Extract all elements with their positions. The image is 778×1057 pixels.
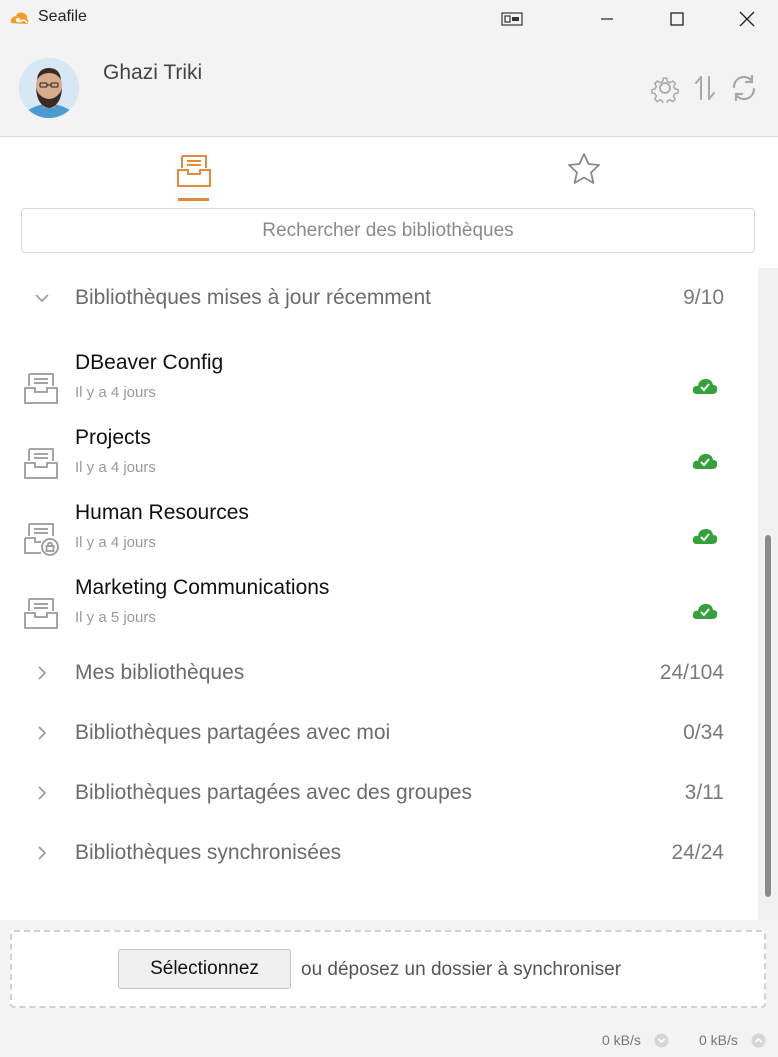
user-name: Ghazi Triki	[103, 61, 203, 84]
group-label: Bibliothèques partagées avec moi	[75, 721, 391, 744]
group-count: 0/34	[683, 721, 724, 744]
refresh-icon	[732, 74, 756, 102]
group-count: 24/24	[671, 841, 724, 864]
chevron-right-icon	[38, 786, 47, 800]
cloud-synced-icon	[692, 604, 718, 619]
status-bar: 0 kB/s 0 kB/s	[0, 1025, 778, 1055]
chevron-down-icon	[35, 294, 49, 303]
compact-mode-icon	[501, 12, 523, 26]
gear-icon	[651, 77, 679, 103]
library-icon	[24, 373, 58, 404]
scrollbar-thumb[interactable]	[765, 535, 771, 897]
group-count: 3/11	[684, 781, 724, 804]
minimize-icon	[601, 18, 613, 20]
list-item[interactable]: Marketing Communications Il y a 5 jours	[0, 576, 760, 646]
group-synced[interactable]: Bibliothèques synchronisées 24/24	[0, 833, 760, 873]
group-count: 24/104	[659, 661, 724, 684]
cloud-synced-icon	[692, 454, 718, 469]
repo-updated-time: Il y a 4 jours	[75, 534, 156, 551]
user-photo	[19, 58, 79, 118]
star-icon	[568, 153, 600, 184]
repo-updated-time: Il y a 4 jours	[75, 459, 156, 476]
search-input[interactable]	[21, 208, 755, 253]
download-rate: 0 kB/s	[602, 1032, 641, 1048]
repo-name: Human Resources	[75, 501, 249, 524]
cloud-synced-icon	[692, 529, 718, 544]
cloud-synced-icon	[692, 379, 718, 394]
transfer-button[interactable]	[689, 72, 721, 104]
window-title: Seafile	[38, 8, 87, 25]
maximize-icon	[670, 12, 684, 26]
drop-hint: ou déposez un dossier à synchroniser	[301, 959, 622, 980]
upload-icon	[751, 1033, 766, 1048]
repo-name: Projects	[75, 426, 151, 449]
refresh-button[interactable]	[728, 72, 760, 104]
minimize-button[interactable]	[584, 0, 630, 38]
select-folder-button[interactable]: Sélectionnez	[118, 949, 291, 989]
group-label: Bibliothèques mises à jour récemment	[75, 286, 431, 309]
library-list: Bibliothèques mises à jour récemment 9/1…	[0, 268, 760, 920]
repo-name: Marketing Communications	[75, 576, 330, 599]
tab-starred[interactable]	[564, 150, 604, 206]
seafile-logo-icon	[10, 12, 29, 24]
list-item[interactable]: DBeaver Config Il y a 4 jours	[0, 351, 760, 421]
chevron-right-icon	[38, 726, 47, 740]
list-item[interactable]: Projects Il y a 4 jours	[0, 426, 760, 496]
library-icon	[24, 448, 58, 479]
chevron-right-icon	[38, 846, 47, 860]
group-recent[interactable]: Bibliothèques mises à jour récemment 9/1…	[0, 278, 760, 318]
account-header: Ghazi Triki	[0, 38, 778, 137]
transfer-icon	[695, 76, 715, 100]
library-icon	[177, 155, 211, 187]
list-item[interactable]: Human Resources Il y a 4 jours	[0, 501, 760, 571]
group-shared-with-groups[interactable]: Bibliothèques partagées avec des groupes…	[0, 773, 760, 813]
group-label: Bibliothèques partagées avec des groupes	[75, 781, 472, 804]
title-bar: Seafile	[0, 0, 778, 38]
group-count: 9/10	[683, 286, 724, 309]
upload-rate: 0 kB/s	[699, 1032, 738, 1048]
download-icon	[654, 1033, 669, 1048]
repo-updated-time: Il y a 5 jours	[75, 609, 156, 626]
close-button[interactable]	[724, 0, 770, 38]
settings-button[interactable]	[649, 72, 681, 104]
repo-name: DBeaver Config	[75, 351, 224, 374]
library-icon	[24, 598, 58, 629]
group-my-libraries[interactable]: Mes bibliothèques 24/104	[0, 653, 760, 693]
group-shared-with-me[interactable]: Bibliothèques partagées avec moi 0/34	[0, 713, 760, 753]
encrypted-library-icon	[24, 523, 59, 556]
group-label: Bibliothèques synchronisées	[75, 841, 342, 864]
active-tab-indicator	[178, 198, 209, 201]
group-label: Mes bibliothèques	[75, 661, 245, 684]
chevron-right-icon	[38, 666, 47, 680]
maximize-button[interactable]	[654, 0, 700, 38]
avatar[interactable]	[19, 58, 79, 118]
close-icon	[739, 11, 755, 27]
compact-mode-button[interactable]	[496, 0, 528, 38]
repo-updated-time: Il y a 4 jours	[75, 384, 156, 401]
